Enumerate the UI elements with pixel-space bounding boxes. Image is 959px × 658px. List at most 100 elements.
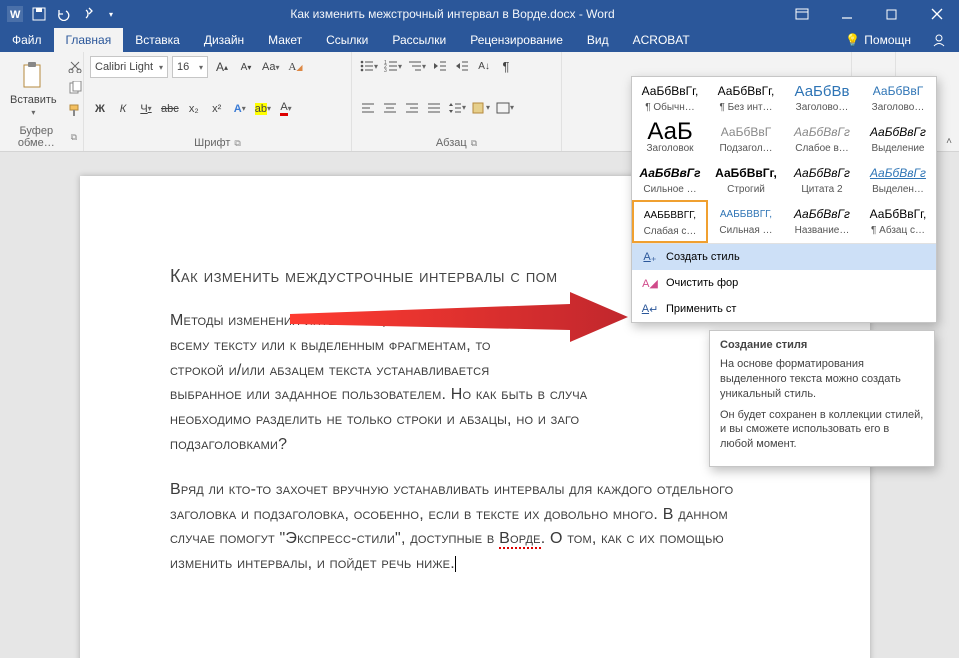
- clear-formatting-item[interactable]: A◢ Очистить фор: [632, 270, 936, 296]
- style-cell[interactable]: АаБбВвГг,¶ Без инт…: [708, 77, 784, 118]
- tab-file[interactable]: Файл: [0, 28, 54, 52]
- style-cell[interactable]: АаБбВвГгНазвание…: [784, 200, 860, 243]
- style-name: Выделен…: [865, 184, 931, 195]
- qat-customize-icon[interactable]: ▾: [100, 3, 122, 25]
- style-cell[interactable]: АаБбВвГг,¶ Абзац с…: [860, 200, 936, 243]
- style-cell[interactable]: ААББВВГГ,Слабая с…: [632, 200, 708, 243]
- redo-icon[interactable]: [76, 3, 98, 25]
- ribbon-display-icon[interactable]: [779, 0, 824, 28]
- group-paragraph: ▾ 123▾ ▾ A↓ ¶ ▾ ▾ ▾ Абзац⧉: [352, 52, 562, 151]
- svg-text:3: 3: [384, 68, 387, 72]
- text-effects-icon[interactable]: A▾: [230, 99, 250, 119]
- font-size-combo[interactable]: 16▾: [172, 56, 208, 78]
- tab-review[interactable]: Рецензирование: [458, 28, 575, 52]
- align-left-icon[interactable]: [358, 98, 378, 118]
- create-style-item[interactable]: A₊ Создать стиль: [632, 244, 936, 270]
- style-name: Выделение: [865, 143, 931, 154]
- tab-references[interactable]: Ссылки: [314, 28, 380, 52]
- underline-button[interactable]: Ч▾: [136, 99, 156, 119]
- dialog-launcher-icon[interactable]: ⧉: [234, 138, 240, 149]
- tab-acrobat[interactable]: ACROBAT: [621, 28, 702, 52]
- paste-button[interactable]: Вставить ▾: [6, 58, 61, 119]
- dialog-launcher-icon[interactable]: ⧉: [471, 138, 477, 149]
- justify-icon[interactable]: [424, 98, 444, 118]
- style-cell[interactable]: АаБбВвГгВыделен…: [860, 159, 936, 200]
- line-spacing-icon[interactable]: ▾: [446, 98, 468, 118]
- align-center-icon[interactable]: [380, 98, 400, 118]
- supertip-title: Создание стиля: [720, 339, 924, 351]
- style-cell[interactable]: АаБЗаголовок: [632, 118, 708, 159]
- borders-icon[interactable]: ▾: [494, 98, 516, 118]
- group-clipboard: Вставить ▾ Буфер обме… ⧉: [0, 52, 84, 151]
- bold-button[interactable]: Ж: [90, 99, 110, 119]
- style-name: Заголово…: [789, 102, 855, 113]
- grow-font-icon[interactable]: A▴: [212, 57, 232, 77]
- style-cell[interactable]: АаБбВвГгЦитата 2: [784, 159, 860, 200]
- doc-para-2[interactable]: Вряд ли кто-то захочет вручную устанавли…: [170, 478, 770, 577]
- italic-button[interactable]: К: [113, 99, 133, 119]
- style-name: Заголово…: [865, 102, 931, 113]
- show-marks-icon[interactable]: ¶: [496, 56, 516, 76]
- group-clipboard-label: Буфер обме…: [6, 125, 67, 149]
- multilevel-list-icon[interactable]: ▾: [406, 56, 428, 76]
- close-icon[interactable]: [914, 0, 959, 28]
- tab-mailings[interactable]: Рассылки: [380, 28, 458, 52]
- tell-me[interactable]: 💡Помощн: [837, 28, 919, 52]
- style-name: Подзагол…: [713, 143, 779, 154]
- window-controls: [779, 0, 959, 28]
- subscript-button[interactable]: x₂: [184, 99, 204, 119]
- tab-home[interactable]: Главная: [54, 28, 124, 52]
- font-color-icon[interactable]: A▾: [276, 99, 296, 119]
- style-cell[interactable]: ААББВВГГ,Сильная …: [708, 200, 784, 243]
- numbering-icon[interactable]: 123▾: [382, 56, 404, 76]
- shrink-font-icon[interactable]: A▾: [236, 57, 256, 77]
- strikethrough-button[interactable]: abc: [159, 99, 181, 119]
- shading-icon[interactable]: ▾: [470, 98, 492, 118]
- style-cell[interactable]: АаБбВвЗаголово…: [784, 77, 860, 118]
- tab-view[interactable]: Вид: [575, 28, 621, 52]
- sort-icon[interactable]: A↓: [474, 56, 494, 76]
- style-cell[interactable]: АаБбВвГгСильное …: [632, 159, 708, 200]
- style-cell[interactable]: АаБбВвГЗаголово…: [860, 77, 936, 118]
- copy-icon[interactable]: [65, 78, 85, 98]
- change-case-button[interactable]: Aa▾: [260, 57, 281, 77]
- decrease-indent-icon[interactable]: [430, 56, 450, 76]
- align-right-icon[interactable]: [402, 98, 422, 118]
- undo-icon[interactable]: [52, 3, 74, 25]
- ribbon-tabs: Файл Главная Вставка Дизайн Макет Ссылки…: [0, 28, 959, 52]
- save-icon[interactable]: [28, 3, 50, 25]
- group-font: Calibri Light▾ 16▾ A▴ A▾ Aa▾ A◢ Ж К Ч▾ a…: [84, 52, 352, 151]
- collapse-ribbon-icon[interactable]: ˄: [941, 133, 957, 149]
- style-cell[interactable]: АаБбВвГг,¶ Обычн…: [632, 77, 708, 118]
- create-style-icon: A₊: [642, 249, 658, 265]
- tab-insert[interactable]: Вставка: [123, 28, 192, 52]
- style-preview: АаБбВвГг: [865, 121, 931, 143]
- maximize-icon[interactable]: [869, 0, 914, 28]
- style-cell[interactable]: АаБбВвГгВыделение: [860, 118, 936, 159]
- doc-para-1[interactable]: Методы изменения интервалов, описанные в…: [170, 309, 770, 458]
- share-icon[interactable]: [919, 28, 959, 52]
- cut-icon[interactable]: [65, 56, 85, 76]
- dialog-launcher-icon[interactable]: ⧉: [71, 132, 77, 143]
- word-icon[interactable]: W: [4, 3, 26, 25]
- apply-styles-icon: A↵: [642, 301, 658, 317]
- superscript-button[interactable]: x²: [207, 99, 227, 119]
- format-painter-icon[interactable]: [65, 100, 85, 120]
- clear-format-icon: A◢: [642, 275, 658, 291]
- highlight-icon[interactable]: ab▾: [253, 99, 273, 119]
- increase-indent-icon[interactable]: [452, 56, 472, 76]
- lightbulb-icon: 💡: [845, 33, 860, 47]
- tab-design[interactable]: Дизайн: [192, 28, 256, 52]
- style-cell[interactable]: АаБбВвГПодзагол…: [708, 118, 784, 159]
- quick-access-toolbar: W ▾: [0, 3, 126, 25]
- apply-styles-item[interactable]: A↵ Применить ст: [632, 296, 936, 322]
- bullets-icon[interactable]: ▾: [358, 56, 380, 76]
- clear-formatting-icon[interactable]: A◢: [285, 57, 305, 77]
- tab-layout[interactable]: Макет: [256, 28, 314, 52]
- supertip-p1: На основе форматирования выделенного тек…: [720, 357, 924, 402]
- style-name: Сильная …: [713, 225, 779, 236]
- style-cell[interactable]: АаБбВвГгСлабое в…: [784, 118, 860, 159]
- style-cell[interactable]: АаБбВвГг,Строгий: [708, 159, 784, 200]
- font-name-combo[interactable]: Calibri Light▾: [90, 56, 168, 78]
- minimize-icon[interactable]: [824, 0, 869, 28]
